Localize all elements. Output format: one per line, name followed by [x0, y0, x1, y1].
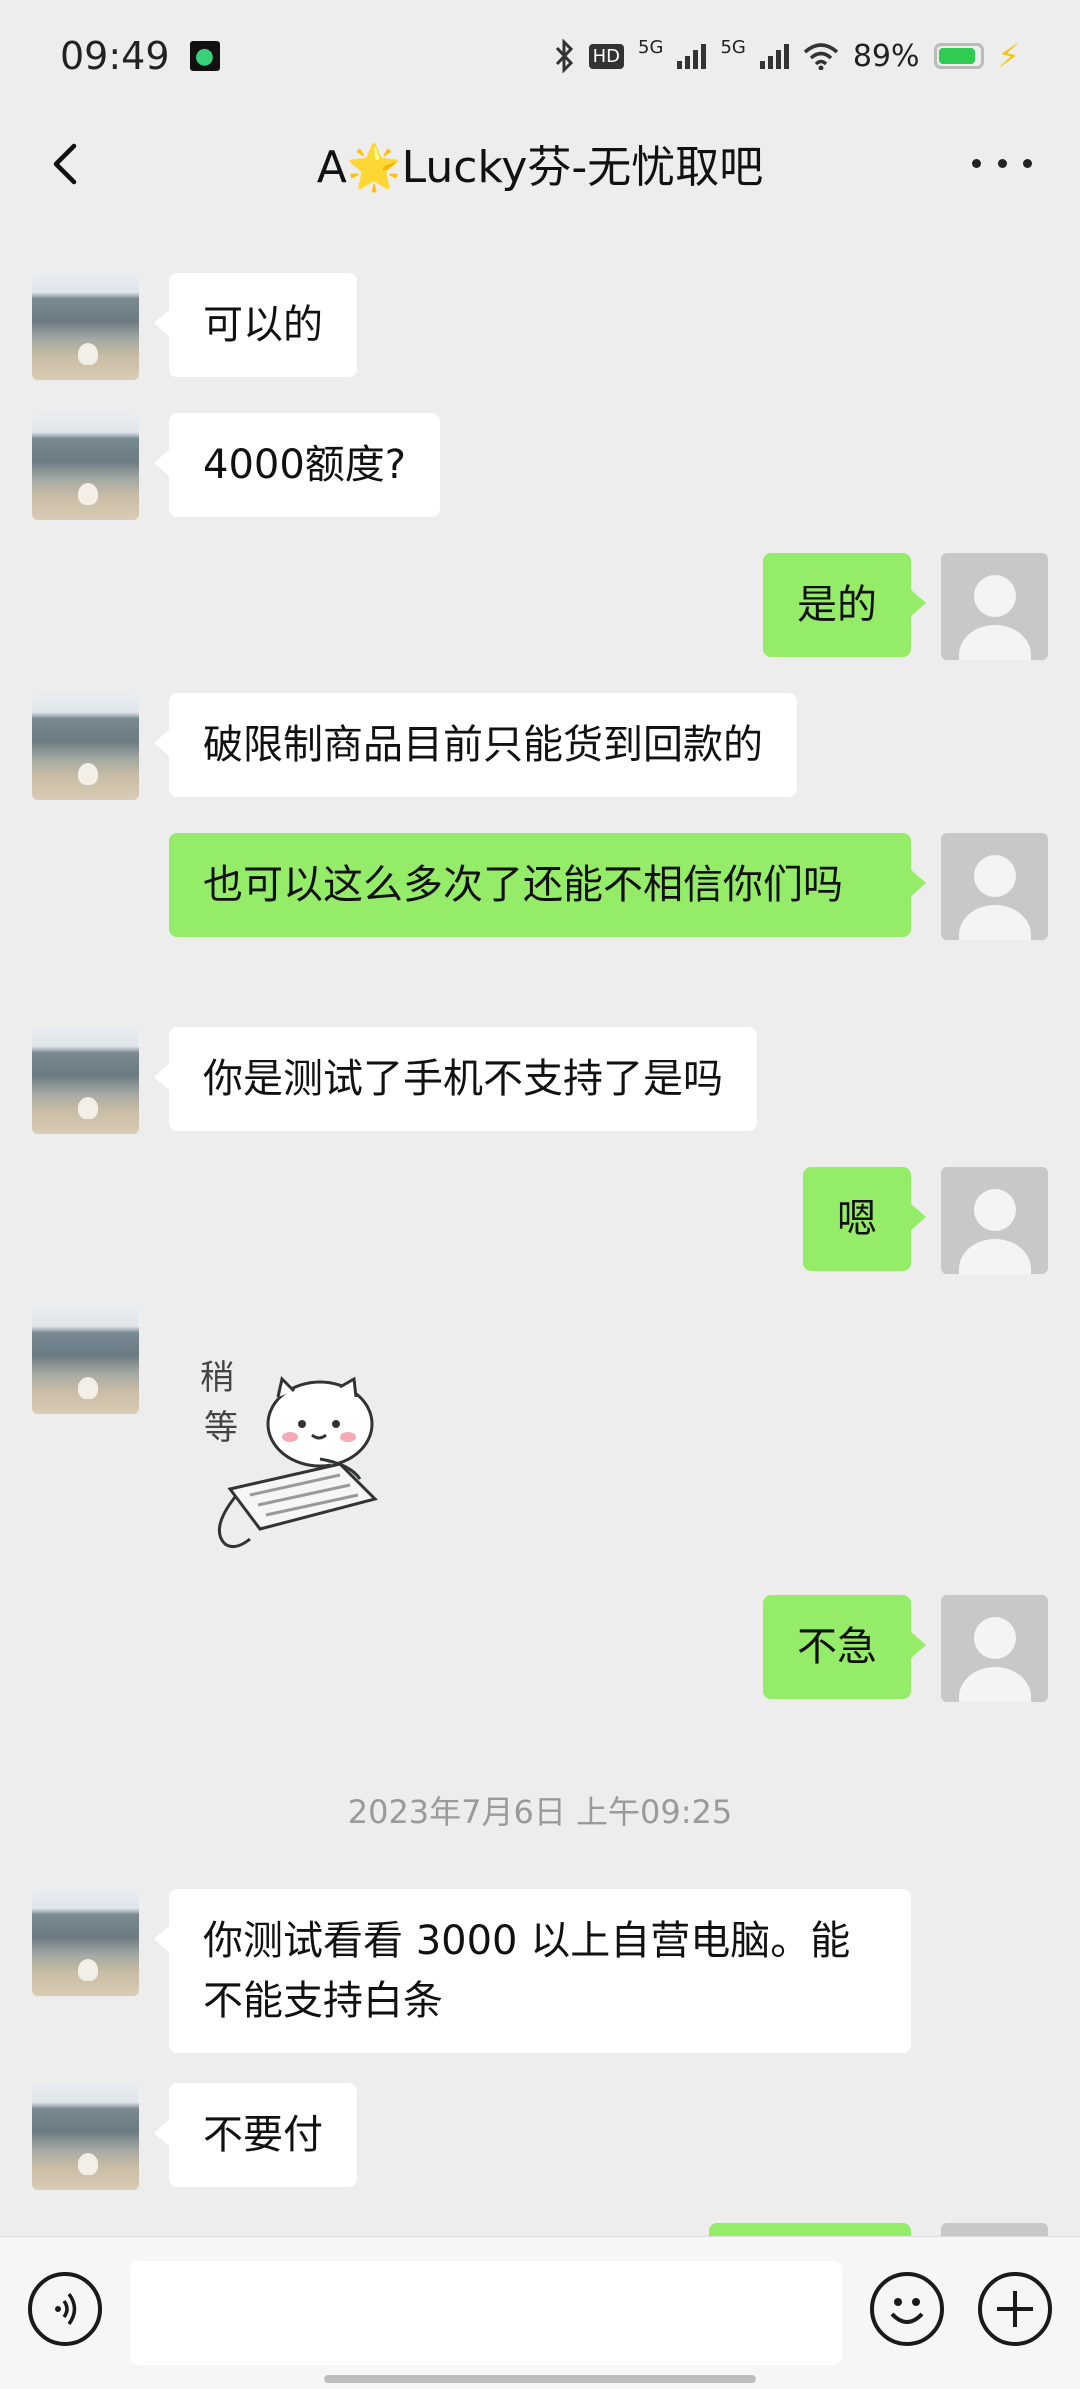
voice-button[interactable] [28, 2272, 102, 2346]
message-bubble[interactable]: 不要付 [154, 2083, 357, 2187]
avatar[interactable] [32, 1307, 139, 1414]
bluetooth-icon [555, 39, 573, 73]
home-indicator[interactable] [324, 2375, 756, 2383]
chat-title: A🌟Lucky芬-无忧取吧 [316, 142, 764, 193]
message-list[interactable]: 可以的 4000额度? 是的 破限制商品目前只能货到回款的 也可以这么多次了还能… [0, 214, 1080, 2236]
message-bubble[interactable]: 也可以这么多次了还能不相信你们吗 [169, 833, 926, 937]
sticker-text-2: 等 [204, 1408, 238, 1448]
more-dots-icon [972, 158, 981, 168]
status-icons: HD 5G 5G 89% ⚡ [553, 37, 1020, 75]
back-button[interactable] [42, 136, 92, 192]
avatar[interactable] [941, 1167, 1048, 1274]
message-bubble-partial[interactable] [709, 2223, 911, 2236]
timestamp: 2023年7月6日 上午09:25 [347, 1793, 733, 1831]
chat-header: A🌟Lucky芬-无忧取吧 [0, 112, 1080, 214]
chevron-left-icon [53, 143, 77, 185]
avatar[interactable] [32, 413, 139, 520]
sticker-text-1: 稍 [200, 1358, 234, 1398]
message-bubble[interactable]: 4000额度? [153, 413, 441, 517]
emoji-button[interactable] [870, 2272, 944, 2346]
avatar[interactable] [941, 553, 1048, 660]
sticker[interactable]: 稍 等 稍等 [190, 1339, 410, 1559]
message-bubble[interactable]: 你测试看看 3000 以上自营电脑。能不能支持白条 [154, 1889, 911, 2053]
message-bubble[interactable]: 嗯 [803, 1167, 926, 1271]
input-bar [0, 2236, 1080, 2389]
message-input[interactable] [130, 2261, 842, 2365]
hd-icon: HD [588, 43, 625, 69]
battery-fill [938, 48, 976, 64]
avatar[interactable] [32, 2083, 139, 2190]
more-button[interactable] [972, 138, 1032, 188]
avatar[interactable] [32, 273, 139, 380]
app-badge-icon: ● [189, 41, 220, 71]
message-bubble[interactable]: 你是测试了手机不支持了是吗 [154, 1027, 757, 1131]
avatar[interactable] [941, 2223, 1048, 2236]
message-bubble[interactable]: 不急 [763, 1595, 926, 1699]
battery-percent: 89% [852, 38, 920, 74]
message-bubble[interactable]: 是的 [763, 553, 926, 657]
avatar[interactable] [941, 833, 1048, 940]
avatar[interactable] [32, 693, 139, 800]
message-bubble[interactable]: 可以的 [154, 273, 357, 377]
signal-icon [677, 43, 707, 69]
plus-button[interactable] [978, 2272, 1052, 2346]
emoji-icon [890, 2298, 924, 2324]
charging-icon: ⚡ [997, 37, 1020, 75]
message-bubble[interactable]: 破限制商品目前只能货到回款的 [154, 693, 797, 797]
status-bar: 09:49 ● HD 5G 5G 89% ⚡ [0, 0, 1080, 112]
plus-icon [997, 2291, 1033, 2327]
network-label-1: 5G [638, 37, 664, 58]
voice-icon [55, 2292, 77, 2326]
status-time: 09:49 [60, 34, 170, 78]
sticker-cat-keyboard-icon: 稍 等 [200, 1358, 378, 1549]
avatar[interactable] [32, 1027, 139, 1134]
avatar[interactable] [941, 1595, 1048, 1702]
signal-icon-2 [759, 43, 789, 69]
battery-icon [933, 43, 984, 69]
wifi-icon [803, 43, 838, 70]
network-label-2: 5G [720, 37, 746, 58]
avatar[interactable] [32, 1889, 139, 1996]
